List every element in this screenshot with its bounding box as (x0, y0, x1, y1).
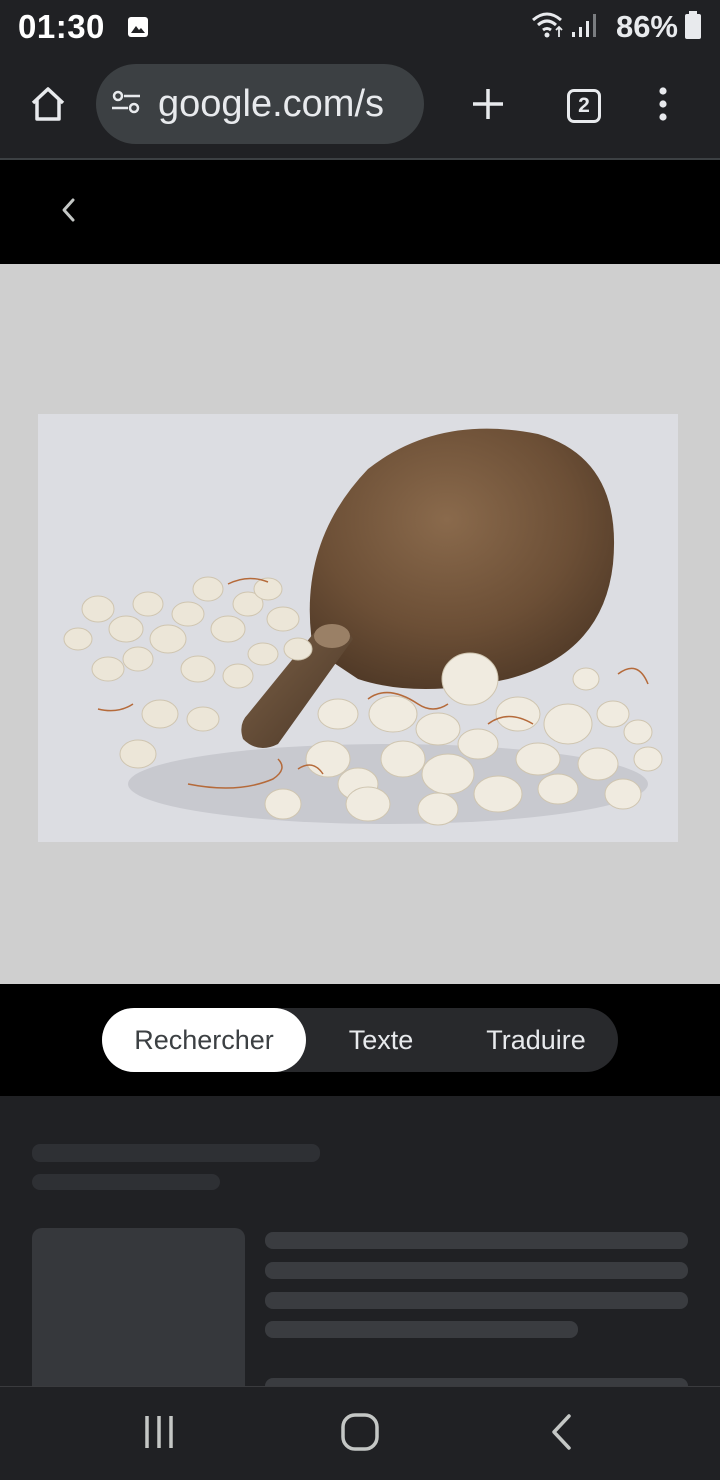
battery-percent: 86% (615, 9, 678, 44)
home-icon (28, 84, 68, 129)
lens-header (0, 162, 720, 264)
placeholder-line (265, 1292, 688, 1309)
lens-mode-segments: Rechercher Texte Traduire (102, 1008, 618, 1072)
image-preview-area[interactable] (0, 264, 720, 984)
signal-icon (570, 10, 600, 45)
home-circle-icon (340, 1412, 380, 1457)
chevron-left-icon (58, 196, 78, 229)
home-nav-button[interactable] (330, 1407, 390, 1461)
recents-button[interactable] (134, 1407, 184, 1461)
segment-traduire[interactable]: Traduire (456, 1008, 616, 1072)
segment-rechercher[interactable]: Rechercher (102, 1008, 306, 1072)
new-tab-button[interactable] (462, 80, 514, 132)
recents-icon (141, 1414, 177, 1455)
address-bar[interactable]: google.com/s (96, 64, 424, 144)
more-menu-button[interactable] (640, 80, 686, 132)
lens-mode-bar: Rechercher Texte Traduire (0, 984, 720, 1096)
back-icon (549, 1413, 575, 1456)
lens-back-button[interactable] (46, 190, 90, 234)
placeholder-line (265, 1321, 578, 1338)
wifi-icon (530, 10, 564, 45)
baobab-fruit-image[interactable] (38, 414, 678, 842)
system-nav-bar (0, 1386, 720, 1480)
tabs-icon: 2 (567, 89, 601, 123)
site-settings-icon[interactable] (110, 86, 142, 123)
status-right: 86% (530, 9, 702, 45)
placeholder-thumbnail (32, 1228, 245, 1386)
url-text[interactable]: google.com/s (158, 83, 384, 126)
tab-switcher-button[interactable]: 2 (558, 80, 610, 132)
status-time: 01:30 (18, 8, 105, 45)
plus-icon (470, 86, 506, 127)
battery-icon (684, 10, 702, 45)
placeholder-line (265, 1262, 688, 1279)
placeholder-line (32, 1174, 220, 1190)
home-button[interactable] (22, 80, 74, 132)
segment-texte[interactable]: Texte (306, 1008, 456, 1072)
gallery-icon (127, 16, 149, 38)
browser-toolbar: google.com/s 2 (0, 54, 720, 160)
status-bar: 01:30 86% (0, 0, 720, 54)
back-nav-button[interactable] (540, 1407, 584, 1461)
placeholder-line (32, 1144, 320, 1162)
placeholder-line (265, 1378, 688, 1386)
more-vert-icon (657, 86, 669, 127)
results-loading-panel (0, 1096, 720, 1386)
placeholder-line (265, 1232, 688, 1249)
